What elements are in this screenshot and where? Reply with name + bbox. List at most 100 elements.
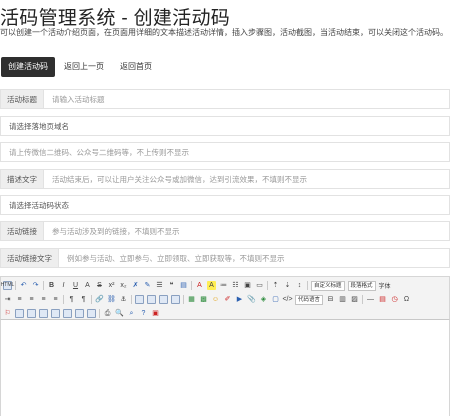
align-right-icon[interactable]: ≡ xyxy=(39,295,48,304)
toolbar-separator xyxy=(63,295,64,304)
home-button[interactable]: 返回首页 xyxy=(113,57,159,77)
auto-typeset-icon[interactable]: ☰ xyxy=(155,281,164,290)
font-family-select[interactable]: 字体 xyxy=(379,281,391,290)
image-center-icon[interactable] xyxy=(171,295,180,304)
code-language-select[interactable]: 代码语言 xyxy=(295,294,324,305)
blockquote-icon[interactable]: ❝ xyxy=(167,281,176,290)
undo-icon[interactable]: ↶ xyxy=(19,281,28,290)
toolbar-row-1: HTML ↶ ↷ B I U A S x² x₂ ✗ ✎ ☰ ❝ ▤ A A ≔… xyxy=(1,280,391,291)
editor-content-area[interactable] xyxy=(0,320,450,416)
redo-icon[interactable]: ↷ xyxy=(31,281,40,290)
align-justify-icon[interactable]: ≡ xyxy=(51,295,60,304)
toolbar-row-2: ⇥ ≡ ≡ ≡ ≡ ¶ ¶ 🔗 ⛓ ⚓ ▦ ▩ ☺ ✐ ▶ 📎 ◈ ▢ </> … xyxy=(3,294,411,305)
delete-row-icon[interactable] xyxy=(51,309,60,318)
template-icon[interactable]: ▥ xyxy=(338,295,347,304)
insert-image-icon[interactable]: ▩ xyxy=(199,295,208,304)
insert-video-icon[interactable]: ▶ xyxy=(235,295,244,304)
ordered-list-icon[interactable]: ≔ xyxy=(219,281,228,290)
bold-icon[interactable]: B xyxy=(47,281,56,290)
link-icon[interactable]: 🔗 xyxy=(95,295,104,304)
html-source-button[interactable]: HTML xyxy=(1,281,14,290)
link-input[interactable]: 参与活动涉及到的链接，不填则不显示 xyxy=(44,222,449,240)
font-color-icon[interactable]: A xyxy=(195,281,204,290)
special-chars-icon[interactable]: Ω xyxy=(402,295,411,304)
unlink-icon[interactable]: ⛓ xyxy=(107,295,116,304)
toolbar-separator xyxy=(99,309,100,318)
description-addon: 描述文字 xyxy=(1,170,44,188)
domain-select-group: 请选择落地页域名 xyxy=(0,116,450,136)
status-select[interactable]: 请选择活动码状态 xyxy=(1,196,449,214)
description-input[interactable]: 活动结束后，可以让用户关注公众号或加微信，达到引流效果，不填则不显示 xyxy=(44,170,449,188)
link-field-group: 活动链接 参与活动涉及到的链接，不填则不显示 xyxy=(0,221,450,241)
background-color-icon[interactable]: A xyxy=(207,281,216,290)
title-input[interactable]: 请输入活动标题 xyxy=(44,90,449,108)
horizontal-rule-icon[interactable]: — xyxy=(366,295,375,304)
text-direction-ltr-icon[interactable]: ¶ xyxy=(67,295,76,304)
page-title: 活码管理系统 - 创建活动码 xyxy=(0,8,231,29)
toolbar-separator xyxy=(15,281,16,290)
print-icon[interactable]: ⎙ xyxy=(103,309,112,318)
clear-doc-icon[interactable]: ▭ xyxy=(255,281,264,290)
back-button[interactable]: 返回上一页 xyxy=(57,57,111,77)
paste-plain-icon[interactable]: ▤ xyxy=(179,281,188,290)
domain-select[interactable]: 请选择落地页域名 xyxy=(1,117,449,135)
font-border-icon[interactable]: A xyxy=(83,281,92,290)
row-spacing-top-icon[interactable]: ⇡ xyxy=(271,281,280,290)
insert-frame-icon[interactable]: ▢ xyxy=(271,295,280,304)
indent-icon[interactable]: ⇥ xyxy=(3,295,12,304)
custom-title-select[interactable]: 自定义标题 xyxy=(311,280,345,291)
drafts-icon[interactable]: ▣ xyxy=(151,309,160,318)
insert-col-icon[interactable] xyxy=(63,309,72,318)
link-text-input[interactable]: 例如参与活动、立即参与、立即领取、立即获取等，不填则不显示 xyxy=(59,249,449,267)
word-image-icon[interactable]: ⚐ xyxy=(3,309,12,318)
toolbar-separator xyxy=(91,295,92,304)
scrawl-icon[interactable]: ✐ xyxy=(223,295,232,304)
subscript-icon[interactable]: x₂ xyxy=(119,281,128,290)
unordered-list-icon[interactable]: ☷ xyxy=(231,281,240,290)
insert-row-icon[interactable] xyxy=(39,309,48,318)
image-right-icon[interactable] xyxy=(159,295,168,304)
image-none-icon[interactable] xyxy=(135,295,144,304)
attachment-icon[interactable]: 📎 xyxy=(247,295,256,304)
editor-toolbar: HTML ↶ ↷ B I U A S x² x₂ ✗ ✎ ☰ ❝ ▤ A A ≔… xyxy=(0,276,450,320)
paragraph-format-select[interactable]: 段落格式 xyxy=(347,280,376,291)
italic-icon[interactable]: I xyxy=(59,281,68,290)
qrcode-field-group: 请上传微信二维码、公众号二维码等，不上传则不显示 xyxy=(0,142,450,162)
preview-icon[interactable]: 🔍 xyxy=(115,309,124,318)
toolbar-separator xyxy=(362,295,364,304)
description-field-group: 描述文字 活动结束后，可以让用户关注公众号或加微信，达到引流效果，不填则不显示 xyxy=(0,169,450,189)
background-icon[interactable]: ▨ xyxy=(350,295,359,304)
line-height-icon[interactable]: ↕ xyxy=(295,281,304,290)
align-center-icon[interactable]: ≡ xyxy=(27,295,36,304)
delete-table-icon[interactable] xyxy=(27,309,36,318)
toolbar-separator xyxy=(43,281,44,290)
simple-upload-icon[interactable]: ▦ xyxy=(187,295,196,304)
align-left-icon[interactable]: ≡ xyxy=(15,295,24,304)
merge-cells-icon[interactable] xyxy=(87,309,96,318)
superscript-icon[interactable]: x² xyxy=(107,281,116,290)
time-icon[interactable]: ◷ xyxy=(390,295,399,304)
map-icon[interactable]: ◈ xyxy=(259,295,268,304)
emotion-icon[interactable]: ☺ xyxy=(211,295,220,304)
underline-icon[interactable]: U xyxy=(71,281,80,290)
toolbar-separator xyxy=(191,281,192,290)
strikethrough-icon[interactable]: S xyxy=(95,281,104,290)
insert-code-icon[interactable]: </> xyxy=(282,295,292,304)
create-qrcode-button[interactable]: 创建活动码 xyxy=(1,57,55,77)
delete-col-icon[interactable] xyxy=(75,309,84,318)
page-description: 可以创建一个活动介绍页面，在页面用详细的文本描述活动详情，插入步骤图，活动截图，… xyxy=(0,28,448,37)
help-icon[interactable]: ? xyxy=(139,309,148,318)
insert-table-icon[interactable] xyxy=(15,309,24,318)
anchor-icon[interactable]: ⚓ xyxy=(119,295,128,304)
page-break-icon[interactable]: ⊟ xyxy=(326,295,335,304)
format-painter-icon[interactable]: ✎ xyxy=(143,281,152,290)
row-spacing-bottom-icon[interactable]: ⇣ xyxy=(283,281,292,290)
qrcode-upload-input[interactable]: 请上传微信二维码、公众号二维码等，不上传则不显示 xyxy=(1,143,449,161)
link-addon: 活动链接 xyxy=(1,222,44,240)
remove-format-icon[interactable]: ✗ xyxy=(131,281,140,290)
text-direction-rtl-icon[interactable]: ¶ xyxy=(79,295,88,304)
select-all-icon[interactable]: ▣ xyxy=(243,281,252,290)
image-left-icon[interactable] xyxy=(147,295,156,304)
search-replace-icon[interactable]: ⌕ xyxy=(127,309,136,318)
date-icon[interactable]: ▤ xyxy=(378,295,387,304)
